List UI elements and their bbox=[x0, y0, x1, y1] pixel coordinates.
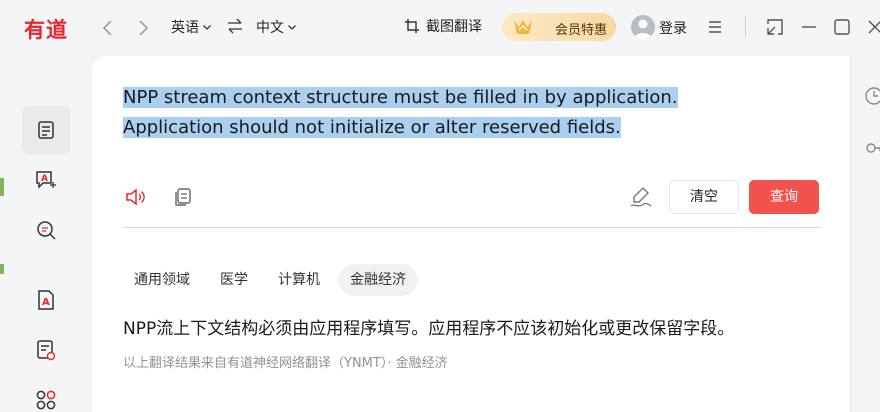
svg-text:A: A bbox=[42, 297, 50, 308]
domain-tabs: 通用领域 医学 计算机 金融经济 bbox=[122, 264, 418, 296]
sidebar-item-text-translate[interactable] bbox=[22, 106, 70, 154]
app-logo: 有道 bbox=[24, 18, 68, 42]
tab-medical[interactable]: 医学 bbox=[208, 264, 260, 296]
maximize-icon[interactable] bbox=[831, 16, 853, 38]
handwriting-icon[interactable] bbox=[629, 185, 653, 209]
query-button[interactable]: 查询 bbox=[749, 180, 819, 214]
sidebar-item-dictionary[interactable] bbox=[22, 206, 70, 254]
apps-icon bbox=[36, 390, 56, 410]
source-language-select[interactable]: 英语 bbox=[171, 17, 212, 37]
chevron-down-icon bbox=[203, 25, 211, 30]
source-text: NPP stream context structure must be fil… bbox=[123, 87, 678, 138]
file-translate-icon: A bbox=[38, 290, 54, 310]
swap-languages-icon[interactable] bbox=[226, 17, 244, 35]
vip-offer-label: 会员特惠 bbox=[555, 23, 608, 38]
target-language-label: 中文 bbox=[256, 20, 284, 36]
crop-icon bbox=[405, 19, 419, 33]
menu-icon[interactable] bbox=[704, 16, 726, 38]
sidebar-item-ai-translate[interactable]: A bbox=[22, 156, 70, 204]
translation-credit: 以上翻译结果来自有道神经网络翻译（YNMT）· 金融经济 bbox=[123, 356, 448, 371]
sidebar-item-writing[interactable] bbox=[22, 326, 70, 374]
edit-document-icon bbox=[37, 340, 56, 361]
svg-text:A: A bbox=[41, 174, 48, 184]
screenshot-translate-label: 截图翻译 bbox=[426, 19, 482, 35]
search-icon bbox=[37, 221, 56, 240]
ai-translate-icon: A bbox=[36, 171, 56, 189]
vip-crown-icon bbox=[514, 20, 532, 34]
sidebar-edge-mark bbox=[0, 264, 4, 274]
forward-arrow-icon[interactable] bbox=[131, 16, 155, 40]
key-icon[interactable] bbox=[864, 138, 880, 158]
tab-finance[interactable]: 金融经济 bbox=[338, 264, 418, 296]
sidebar-item-apps[interactable] bbox=[22, 376, 70, 412]
avatar[interactable] bbox=[631, 15, 655, 39]
sidebar-edge-mark bbox=[0, 178, 4, 196]
chevron-down-icon bbox=[288, 25, 296, 30]
translate-panel: NPP stream context structure must be fil… bbox=[92, 56, 850, 412]
tab-computer[interactable]: 计算机 bbox=[266, 264, 332, 296]
mini-mode-icon[interactable] bbox=[764, 16, 786, 38]
document-icon bbox=[38, 121, 54, 139]
clear-button[interactable]: 清空 bbox=[669, 180, 739, 214]
history-icon[interactable] bbox=[864, 86, 880, 106]
minimize-icon[interactable] bbox=[798, 16, 820, 38]
tab-general[interactable]: 通用领域 bbox=[122, 264, 202, 296]
copy-icon[interactable] bbox=[171, 185, 195, 209]
login-link[interactable]: 登录 bbox=[659, 18, 687, 38]
close-icon[interactable] bbox=[864, 16, 880, 38]
back-arrow-icon[interactable] bbox=[96, 16, 120, 40]
titlebar-divider bbox=[745, 16, 746, 38]
screenshot-translate-button[interactable]: 截图翻译 bbox=[404, 16, 482, 36]
input-divider bbox=[123, 227, 820, 228]
sidebar-item-document-translate[interactable]: A bbox=[22, 276, 70, 324]
title-bar: 有道 英语 中文 截图翻译 会员特惠 登录 bbox=[0, 0, 880, 56]
user-icon bbox=[634, 19, 652, 39]
translation-result: NPP流上下文结构必须由应用程序填写。应用程序不应该初始化或更改保留字段。 bbox=[123, 319, 735, 339]
sidebar: A A bbox=[0, 56, 92, 412]
target-language-select[interactable]: 中文 bbox=[256, 17, 297, 37]
vip-offer-button[interactable]: 会员特惠 bbox=[502, 13, 616, 41]
speaker-icon[interactable] bbox=[124, 185, 148, 209]
source-text-input[interactable]: NPP stream context structure must be fil… bbox=[123, 83, 773, 143]
right-rail-divider bbox=[850, 56, 851, 412]
source-language-label: 英语 bbox=[171, 20, 199, 36]
